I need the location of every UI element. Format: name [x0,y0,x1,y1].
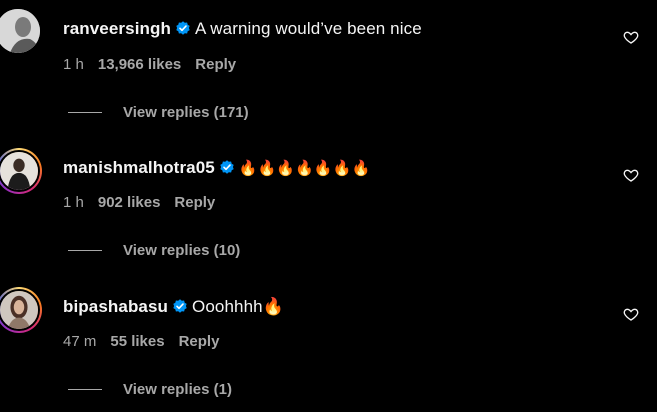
heart-outline-icon[interactable] [623,167,639,183]
heart-outline-icon[interactable] [623,306,639,322]
avatar-image-icon [0,152,38,190]
reply-button[interactable]: Reply [195,56,236,73]
comment-header: manishmalhotra05 🔥🔥🔥🔥🔥🔥🔥 [63,158,370,178]
comment-text: Ooohhhh🔥 [192,297,284,316]
avatar[interactable] [0,287,42,333]
view-replies-label[interactable]: View replies (171) [123,104,249,121]
comment-meta: 1 h 13,966 likes Reply [63,56,250,73]
avatar-image-icon [0,291,38,329]
username-link[interactable]: ranveersingh [63,19,171,38]
view-replies-button[interactable]: View replies (1) [68,381,232,398]
reply-button[interactable]: Reply [179,333,220,350]
replies-divider-line [68,112,102,113]
username-link[interactable]: manishmalhotra05 [63,158,215,177]
reply-button[interactable]: Reply [174,194,215,211]
replies-divider-line [68,389,102,390]
view-replies-label[interactable]: View replies (1) [123,381,232,398]
avatar[interactable] [0,148,42,194]
comment-header: ranveersingh A warning would’ve been nice [63,19,422,39]
comment-timestamp[interactable]: 47 m [63,333,96,350]
comment-meta: 1 h 902 likes Reply [63,194,229,211]
verified-badge-icon [173,299,187,313]
comment-text: 🔥🔥🔥🔥🔥🔥🔥 [238,160,371,177]
verified-badge-icon [220,160,234,174]
heart-outline-icon[interactable] [623,29,639,45]
view-replies-button[interactable]: View replies (10) [68,242,240,259]
username-link[interactable]: bipashabasu [63,297,168,316]
avatar[interactable] [0,9,40,53]
comment-header: bipashabasu Ooohhhh🔥 [63,297,284,317]
comment-meta: 47 m 55 likes Reply [63,333,233,350]
verified-badge-icon [176,21,190,35]
likes-count[interactable]: 902 likes [98,194,161,211]
replies-divider-line [68,250,102,251]
view-replies-label[interactable]: View replies (10) [123,242,240,259]
comment-timestamp[interactable]: 1 h [63,56,84,73]
comment-timestamp[interactable]: 1 h [63,194,84,211]
likes-count[interactable]: 55 likes [110,333,164,350]
likes-count[interactable]: 13,966 likes [98,56,181,73]
avatar-image-icon [0,9,40,53]
comment-text: A warning would’ve been nice [194,19,422,38]
view-replies-button[interactable]: View replies (171) [68,104,249,121]
